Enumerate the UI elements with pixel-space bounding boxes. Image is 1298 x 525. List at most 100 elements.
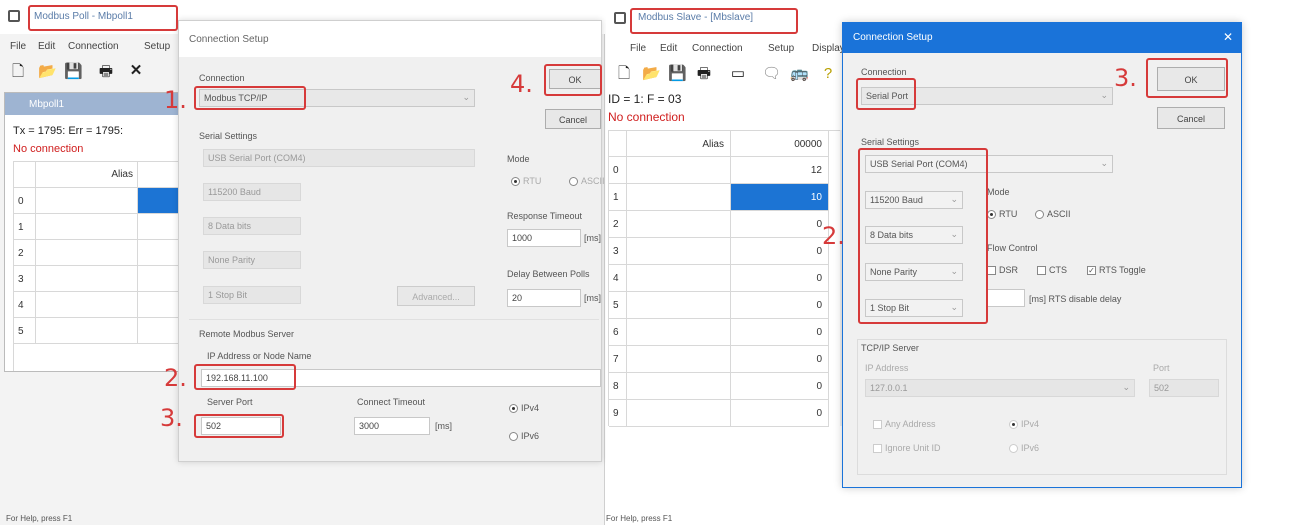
table-row[interactable]: 9 — [609, 400, 627, 427]
print-icon[interactable]: 🖶 — [696, 66, 712, 82]
table-row[interactable]: 6 — [609, 319, 627, 346]
rts-delay-input[interactable] — [987, 289, 1025, 307]
serial-port-select[interactable]: USB Serial Port (COM4) — [203, 149, 475, 167]
alias-cell[interactable] — [627, 211, 731, 238]
tcp-ipv6-radio[interactable]: IPv6 — [1009, 443, 1039, 454]
dialog-title: Connection Setup — [853, 32, 933, 43]
ipv6-radio[interactable]: IPv6 — [509, 431, 539, 442]
new-icon[interactable]: 🗋 — [10, 64, 26, 80]
alias-cell[interactable] — [627, 319, 731, 346]
menu-file[interactable]: File — [630, 43, 646, 54]
baud-select[interactable]: 115200 Baud — [203, 183, 301, 201]
save-icon[interactable]: 💾 — [668, 66, 687, 82]
cancel-button[interactable]: Cancel — [1157, 107, 1225, 129]
alias-cell[interactable] — [627, 292, 731, 319]
open-icon[interactable]: 📂 — [642, 66, 661, 82]
table-row[interactable]: 2 — [14, 240, 36, 266]
connection-label: Connection — [199, 73, 245, 83]
close-icon[interactable]: ✕ — [1223, 30, 1233, 44]
bus-icon[interactable]: 🚌 — [790, 66, 809, 82]
alias-cell[interactable] — [627, 238, 731, 265]
response-timeout-input[interactable]: 1000 — [507, 229, 581, 247]
mode-rtu-radio[interactable]: RTU — [987, 209, 1017, 220]
table-row[interactable]: 0 — [609, 157, 627, 184]
stop-bit-select[interactable]: 1 Stop Bit — [203, 286, 301, 304]
advanced-button[interactable]: Advanced... — [397, 286, 475, 306]
table-row[interactable]: 1 — [609, 184, 627, 211]
ignore-unit-checkbox[interactable]: Ignore Unit ID — [873, 443, 941, 454]
alias-cell[interactable] — [627, 184, 731, 211]
mode-rtu-radio[interactable]: RTU — [511, 176, 541, 187]
table-cell[interactable] — [36, 292, 138, 318]
delete-icon[interactable]: ✕ — [128, 63, 144, 79]
menu-edit[interactable]: Edit — [38, 41, 55, 52]
flow-control-label: Flow Control — [987, 243, 1038, 253]
alias-cell[interactable] — [627, 373, 731, 400]
table-row[interactable]: 8 — [609, 373, 627, 400]
table-cell[interactable] — [36, 214, 138, 240]
menu-setup[interactable]: Setup — [144, 41, 170, 52]
connect-timeout-label: Connect Timeout — [357, 397, 426, 407]
mode-ascii-radio[interactable]: ASCII — [1035, 209, 1071, 220]
value-cell[interactable]: 0 — [731, 211, 829, 238]
value-cell[interactable]: 0 — [731, 238, 829, 265]
value-cell[interactable]: 0 — [731, 265, 829, 292]
table-row[interactable]: 7 — [609, 346, 627, 373]
step-4-label: 4. — [510, 70, 533, 98]
table-row[interactable]: 2 — [609, 211, 627, 238]
remote-server-label: Remote Modbus Server — [199, 329, 295, 339]
table-row[interactable]: 0 — [14, 188, 36, 214]
cancel-button[interactable]: Cancel — [545, 109, 601, 129]
table-row[interactable]: 3 — [609, 238, 627, 265]
value-cell[interactable]: 0 — [731, 400, 829, 427]
alias-cell[interactable] — [627, 265, 731, 292]
tcp-ipv4-radio[interactable]: IPv4 — [1009, 419, 1039, 430]
new-icon[interactable]: 🗋 — [616, 66, 632, 82]
table-row[interactable]: 3 — [14, 266, 36, 292]
comment-icon[interactable]: 🗨 — [762, 66, 781, 82]
dsr-checkbox[interactable]: DSR — [987, 265, 1018, 276]
data-bits-select[interactable]: 8 Data bits — [203, 217, 301, 235]
selected-cell[interactable]: 10 — [731, 184, 829, 211]
table-cell[interactable] — [36, 240, 138, 266]
delay-input[interactable]: 20 — [507, 289, 581, 307]
table-row[interactable]: 5 — [14, 318, 36, 344]
table-row[interactable]: 5 — [609, 292, 627, 319]
table-cell[interactable] — [36, 188, 138, 214]
value-cell[interactable]: 0 — [731, 373, 829, 400]
dialog-title-bar: Connection Setup — [179, 21, 601, 57]
connect-timeout-input[interactable]: 3000 — [354, 417, 430, 435]
cts-checkbox[interactable]: CTS — [1037, 265, 1067, 276]
alias-cell[interactable] — [627, 400, 731, 427]
menu-connection[interactable]: Connection — [68, 41, 119, 52]
value-cell[interactable]: 0 — [731, 346, 829, 373]
value-cell[interactable]: 0 — [731, 292, 829, 319]
any-address-checkbox[interactable]: Any Address — [873, 419, 936, 430]
rts-toggle-checkbox[interactable]: ✓ RTS Toggle — [1087, 265, 1146, 276]
parity-select[interactable]: None Parity — [203, 251, 301, 269]
tcp-ip-select[interactable]: 127.0.0.1 ⌄ — [865, 379, 1135, 397]
tcp-port-input[interactable]: 502 — [1149, 379, 1219, 397]
alias-cell[interactable] — [627, 346, 731, 373]
menu-display[interactable]: Display — [812, 43, 845, 54]
table-row[interactable]: 4 — [14, 292, 36, 318]
table-row[interactable]: 4 — [609, 265, 627, 292]
child-title-bar: Mbpoll1 — [5, 93, 183, 115]
help-icon[interactable]: ? — [820, 66, 836, 82]
alias-cell[interactable] — [627, 157, 731, 184]
value-cell[interactable]: 0 — [731, 319, 829, 346]
table-cell[interactable] — [36, 266, 138, 292]
window-icon[interactable]: ▭ — [730, 66, 746, 82]
menu-edit[interactable]: Edit — [660, 43, 677, 54]
menu-setup[interactable]: Setup — [768, 43, 794, 54]
save-icon[interactable]: 💾 — [64, 64, 83, 80]
table-row[interactable]: 1 — [14, 214, 36, 240]
ipv4-radio[interactable]: IPv4 — [509, 403, 539, 414]
print-icon[interactable]: 🖶 — [98, 64, 114, 80]
open-icon[interactable]: 📂 — [38, 64, 57, 80]
value-cell[interactable]: 12 — [731, 157, 829, 184]
mode-ascii-radio[interactable]: ASCII — [569, 176, 605, 187]
menu-file[interactable]: File — [10, 41, 26, 52]
table-cell[interactable] — [36, 318, 138, 344]
menu-connection[interactable]: Connection — [692, 43, 743, 54]
